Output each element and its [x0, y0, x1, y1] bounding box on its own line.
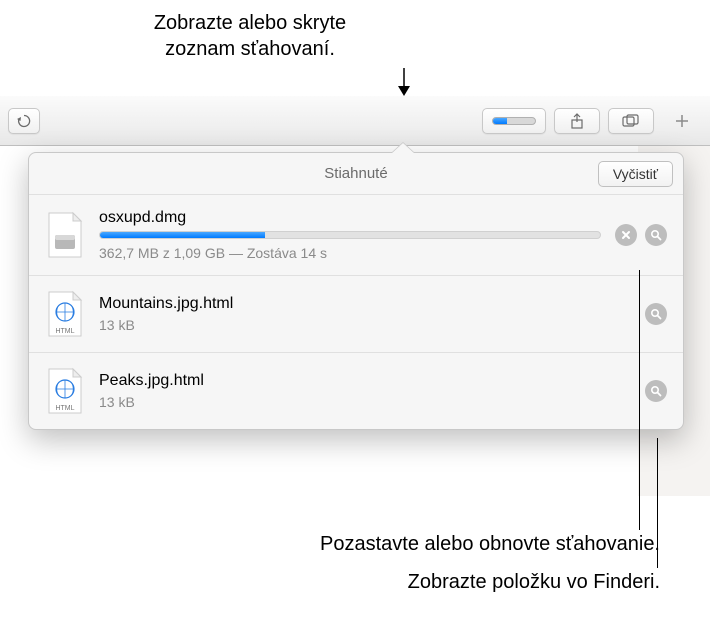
downloads-progress-icon [492, 117, 536, 125]
popover-header: Stiahnuté Vyčistiť [29, 153, 683, 195]
download-progress-bar [99, 231, 601, 239]
download-item: osxupd.dmg 362,7 MB z 1,09 GB — Zostáva … [29, 195, 683, 276]
tabs-button[interactable] [608, 108, 654, 134]
html-file-icon: HTML [45, 367, 85, 415]
reload-button[interactable] [8, 108, 40, 134]
annotation-pause-resume: Pozastavte alebo obnovte sťahovanie. [60, 531, 660, 557]
new-tab-button[interactable] [662, 108, 702, 134]
download-name: Mountains.jpg.html [99, 295, 631, 313]
plus-icon [674, 113, 690, 129]
downloads-button[interactable] [482, 108, 546, 134]
annotation-show-in-finder: Zobrazte položku vo Finderi. [60, 569, 660, 595]
clear-button[interactable]: Vyčistiť [598, 161, 673, 187]
html-file-icon: HTML [45, 290, 85, 338]
show-in-finder-button[interactable] [645, 224, 667, 246]
popover-title: Stiahnuté [324, 165, 387, 182]
download-status: 13 kB [99, 317, 631, 333]
downloads-popover: Stiahnuté Vyčistiť osxupd.dmg 362,7 MB z… [28, 152, 684, 430]
share-icon [570, 113, 584, 129]
svg-text:HTML: HTML [55, 405, 74, 412]
dmg-file-icon [45, 211, 85, 259]
show-in-finder-button[interactable] [645, 380, 667, 402]
magnifier-icon [650, 229, 662, 241]
close-icon [621, 230, 631, 240]
svg-text:HTML: HTML [55, 328, 74, 335]
download-item: HTML Peaks.jpg.html 13 kB [29, 353, 683, 429]
download-item: HTML Mountains.jpg.html 13 kB [29, 276, 683, 353]
download-name: osxupd.dmg [99, 209, 601, 227]
show-in-finder-button[interactable] [645, 303, 667, 325]
share-button[interactable] [554, 108, 600, 134]
magnifier-icon [650, 308, 662, 320]
reload-icon [17, 114, 31, 128]
download-status: 362,7 MB z 1,09 GB — Zostáva 14 s [99, 245, 601, 261]
magnifier-icon [650, 385, 662, 397]
annotation-show-hide-downloads: Zobrazte alebo skryte zoznam sťahovaní. [100, 10, 400, 62]
tabs-icon [622, 114, 640, 128]
download-status: 13 kB [99, 394, 631, 410]
download-name: Peaks.jpg.html [99, 372, 631, 390]
callout-line [639, 270, 640, 530]
browser-toolbar [0, 96, 710, 146]
stop-download-button[interactable] [615, 224, 637, 246]
